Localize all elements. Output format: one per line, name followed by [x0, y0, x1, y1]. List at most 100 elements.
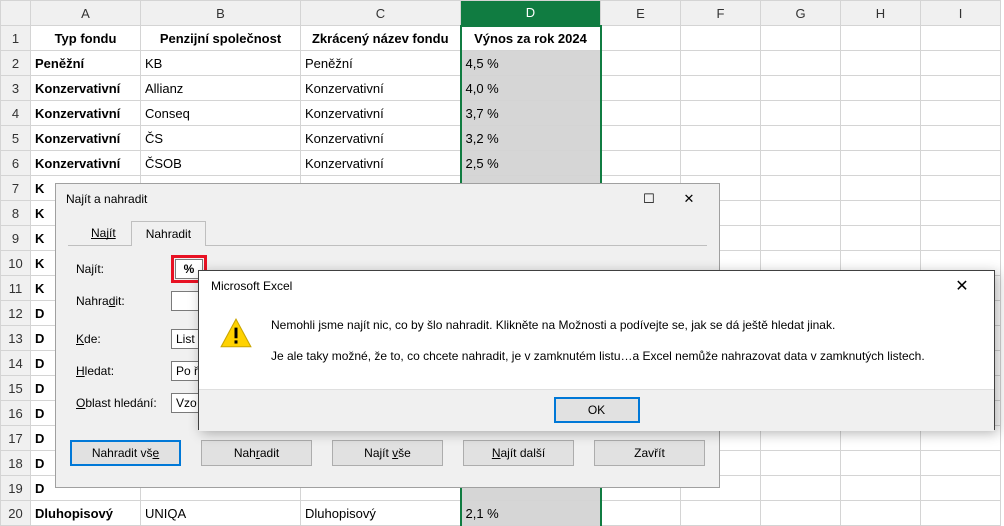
cell[interactable]: 4,5 % [461, 51, 601, 76]
cell[interactable]: 3,7 % [461, 101, 601, 126]
find-all-button[interactable]: Najít vše [332, 440, 443, 466]
row-header[interactable]: 2 [1, 51, 31, 76]
cell[interactable]: ČSOB [141, 151, 301, 176]
row-header[interactable]: 18 [1, 451, 31, 476]
col-header-A[interactable]: A [31, 1, 141, 26]
cell[interactable] [761, 476, 841, 501]
row-header[interactable]: 1 [1, 26, 31, 51]
cell[interactable] [761, 76, 841, 101]
close-dialog-button[interactable]: Zavřít [594, 440, 705, 466]
cell[interactable] [601, 126, 681, 151]
cell[interactable]: ČS [141, 126, 301, 151]
row-header[interactable]: 20 [1, 501, 31, 526]
tab-replace[interactable]: Nahradit [131, 221, 206, 246]
cell[interactable]: UNIQA [141, 501, 301, 526]
cell[interactable] [921, 501, 1001, 526]
cell[interactable] [761, 151, 841, 176]
cell[interactable] [921, 101, 1001, 126]
row-header[interactable]: 3 [1, 76, 31, 101]
cell[interactable]: Zkrácený název fondu [301, 26, 461, 51]
cell[interactable] [681, 76, 761, 101]
tab-find[interactable]: Najít [76, 220, 131, 245]
cell[interactable] [841, 101, 921, 126]
cell[interactable] [761, 176, 841, 201]
row-header[interactable]: 5 [1, 126, 31, 151]
row-header[interactable]: 17 [1, 426, 31, 451]
cell[interactable] [921, 26, 1001, 51]
close-button[interactable]: ✕ [669, 185, 709, 213]
cell[interactable] [921, 51, 1001, 76]
cell[interactable]: Výnos za rok 2024 [461, 26, 601, 51]
cell[interactable] [681, 151, 761, 176]
cell[interactable] [841, 176, 921, 201]
cell[interactable]: Conseq [141, 101, 301, 126]
cell[interactable]: Konzervativní [31, 101, 141, 126]
row-header[interactable]: 12 [1, 301, 31, 326]
col-header-B[interactable]: B [141, 1, 301, 26]
cell[interactable] [681, 126, 761, 151]
cell[interactable] [761, 226, 841, 251]
cell[interactable] [921, 201, 1001, 226]
msgbox-ok-button[interactable]: OK [555, 398, 639, 422]
row-header[interactable]: 19 [1, 476, 31, 501]
cell[interactable] [601, 151, 681, 176]
replace-button[interactable]: Nahradit [201, 440, 312, 466]
cell[interactable] [841, 226, 921, 251]
cell[interactable]: 2,1 % [461, 501, 601, 526]
cell[interactable] [841, 126, 921, 151]
cell[interactable] [761, 101, 841, 126]
cell[interactable] [841, 151, 921, 176]
row-header[interactable]: 11 [1, 276, 31, 301]
cell[interactable] [601, 101, 681, 126]
cell[interactable]: 2,5 % [461, 151, 601, 176]
col-header-D[interactable]: D [461, 1, 601, 26]
col-header-H[interactable]: H [841, 1, 921, 26]
row-header[interactable]: 16 [1, 401, 31, 426]
cell[interactable]: 4,0 % [461, 76, 601, 101]
cell[interactable] [681, 101, 761, 126]
row-header[interactable]: 9 [1, 226, 31, 251]
col-header-I[interactable]: I [921, 1, 1001, 26]
cell[interactable]: Penzijní společnost [141, 26, 301, 51]
cell[interactable] [601, 51, 681, 76]
cell[interactable] [601, 76, 681, 101]
row-header[interactable]: 8 [1, 201, 31, 226]
cell[interactable] [921, 151, 1001, 176]
cell[interactable]: Konzervativní [301, 76, 461, 101]
replace-all-button[interactable]: Nahradit vše [70, 440, 181, 466]
cell[interactable] [921, 451, 1001, 476]
cell[interactable] [761, 51, 841, 76]
cell[interactable] [921, 76, 1001, 101]
maximize-button[interactable]: ☐ [629, 185, 669, 213]
msgbox-titlebar[interactable]: Microsoft Excel ✕ [199, 271, 994, 301]
cell[interactable]: Peněžní [31, 51, 141, 76]
col-header-F[interactable]: F [681, 1, 761, 26]
cell[interactable] [761, 501, 841, 526]
cell[interactable] [841, 201, 921, 226]
cell[interactable]: Konzervativní [301, 126, 461, 151]
msgbox-close-button[interactable]: ✕ [942, 276, 982, 296]
cell[interactable]: KB [141, 51, 301, 76]
find-next-button[interactable]: Najít další [463, 440, 574, 466]
cell[interactable] [681, 26, 761, 51]
cell[interactable] [761, 126, 841, 151]
cell[interactable] [921, 126, 1001, 151]
row-header[interactable]: 15 [1, 376, 31, 401]
cell[interactable] [761, 451, 841, 476]
cell[interactable] [601, 26, 681, 51]
cell[interactable] [841, 501, 921, 526]
cell[interactable] [601, 501, 681, 526]
row-header[interactable]: 14 [1, 351, 31, 376]
cell[interactable] [681, 51, 761, 76]
col-header-G[interactable]: G [761, 1, 841, 26]
cell[interactable]: Konzervativní [301, 101, 461, 126]
row-header[interactable]: 4 [1, 101, 31, 126]
cell[interactable]: Dluhopisový [31, 501, 141, 526]
cell[interactable]: Konzervativní [31, 151, 141, 176]
cell[interactable] [841, 51, 921, 76]
cell[interactable] [921, 476, 1001, 501]
dialog-titlebar[interactable]: Najít a nahradit ☐ ✕ [56, 184, 719, 214]
row-header[interactable]: 6 [1, 151, 31, 176]
col-header-C[interactable]: C [301, 1, 461, 26]
select-all-corner[interactable] [1, 1, 31, 26]
